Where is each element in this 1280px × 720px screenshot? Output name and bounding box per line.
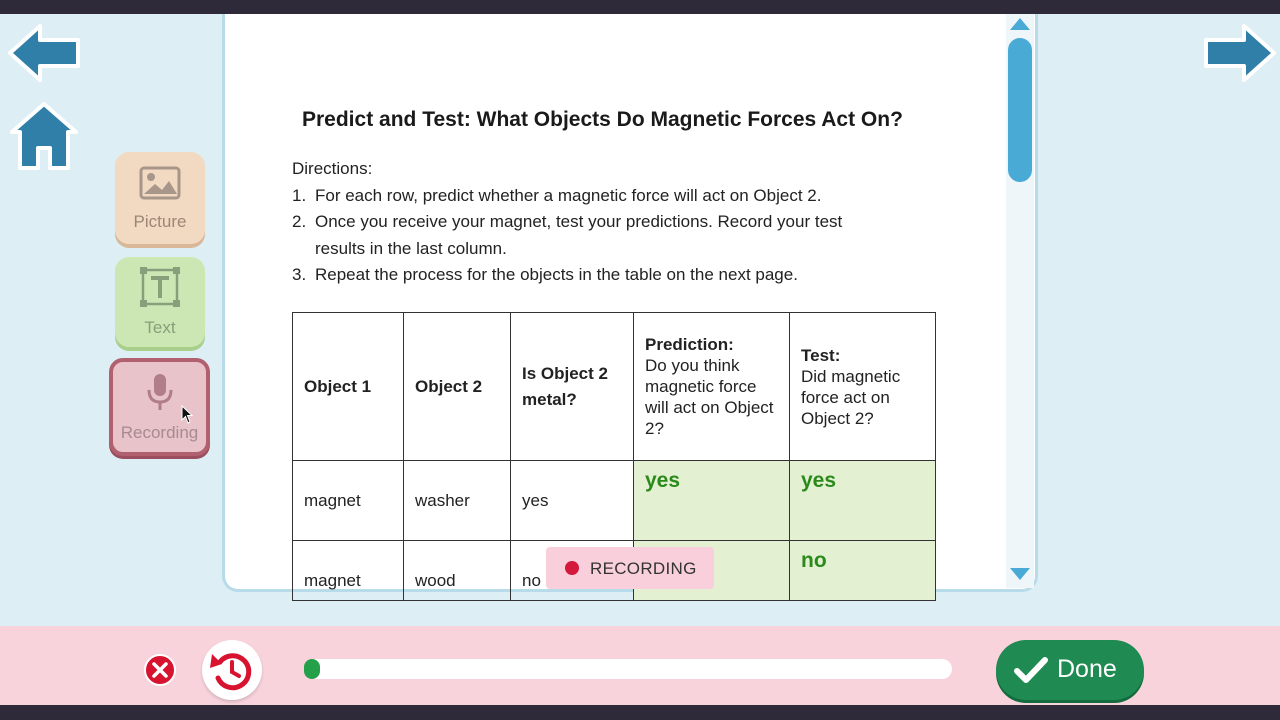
directions-heading: Directions:: [292, 159, 373, 178]
back-button[interactable]: [6, 22, 82, 84]
header-metal: Is Object 2 metal?: [510, 312, 634, 461]
recording-status-badge: RECORDING: [546, 547, 714, 589]
test-answer-cell[interactable]: yes: [789, 460, 936, 541]
direction-step-continued: results in the last column.: [315, 238, 507, 258]
cell-object1: magnet: [292, 460, 404, 541]
home-icon: [10, 102, 78, 170]
prediction-answer-cell[interactable]: yes: [633, 460, 790, 541]
triangle-up-icon: [1010, 18, 1030, 30]
text-box-icon: [140, 267, 180, 307]
recording-dot-icon: [565, 561, 579, 575]
arrow-left-icon: [8, 24, 80, 82]
cell-object2: wood: [403, 540, 511, 601]
rerecord-button[interactable]: [202, 640, 262, 700]
undo-icon: [210, 653, 252, 691]
document-title: Predict and Test: What Objects Do Magnet…: [302, 108, 903, 131]
scroll-up-button[interactable]: [1009, 16, 1031, 32]
cancel-recording-button[interactable]: [144, 654, 176, 686]
forward-button[interactable]: [1202, 22, 1278, 84]
recording-status-label: RECORDING: [590, 559, 697, 578]
close-icon: [152, 662, 168, 678]
done-button[interactable]: Done: [996, 640, 1144, 700]
recording-tool-label: Recording: [120, 423, 199, 442]
arrow-right-icon: [1204, 24, 1276, 82]
table-row: magnet washer yes yes yes: [292, 460, 936, 541]
cell-object2: washer: [403, 460, 511, 541]
scrollbar-thumb[interactable]: [1008, 38, 1032, 182]
header-object2: Object 2: [403, 312, 511, 461]
bottom-bar: [0, 705, 1280, 720]
table-header-row: Object 1 Object 2 Is Object 2 metal? Pre…: [292, 312, 936, 461]
mouse-cursor-icon: [181, 405, 194, 424]
scroll-down-button[interactable]: [1009, 566, 1031, 582]
test-answer-cell[interactable]: no: [789, 540, 936, 601]
top-bar: [0, 0, 1280, 14]
directions: Directions: 1. For each row, predict whet…: [292, 156, 842, 289]
home-button[interactable]: [8, 100, 80, 174]
checkmark-icon: [1014, 657, 1048, 683]
recording-progress-bar: [304, 659, 952, 679]
microphone-icon: [147, 374, 173, 410]
direction-step: 1. For each row, predict whether a magnet…: [292, 185, 822, 205]
recording-progress-knob[interactable]: [304, 659, 320, 679]
picture-tool-label: Picture: [133, 212, 187, 231]
picture-tool-button[interactable]: Picture: [115, 152, 205, 244]
direction-step: 3. Repeat the process for the objects in …: [292, 265, 798, 284]
cell-metal: yes: [510, 460, 634, 541]
header-object1: Object 1: [292, 312, 404, 461]
text-tool-button[interactable]: Text: [115, 257, 205, 347]
triangle-down-icon: [1010, 568, 1030, 580]
cell-object1: magnet: [292, 540, 404, 601]
image-icon: [139, 166, 181, 200]
header-prediction: Prediction: Do you think magnetic force w…: [633, 312, 790, 461]
header-test: Test: Did magnetic force act on Object 2?: [789, 312, 936, 461]
text-tool-label: Text: [144, 318, 176, 337]
done-label: Done: [1057, 655, 1117, 683]
direction-step: 2. Once you receive your magnet, test you…: [292, 212, 843, 231]
